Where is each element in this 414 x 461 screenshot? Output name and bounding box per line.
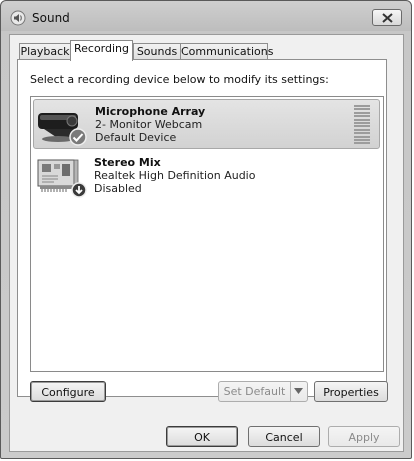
device-name: Microphone Array (95, 105, 206, 118)
tab-communications[interactable]: Communications (180, 43, 273, 60)
set-default-split-button[interactable]: Set Default (218, 381, 308, 402)
sound-dialog: Sound Playback Recording Sounds Communic… (0, 0, 412, 459)
title-bar[interactable]: Sound (1, 1, 411, 35)
configure-button[interactable]: Configure (30, 381, 106, 402)
cancel-button[interactable]: Cancel (248, 426, 320, 447)
speaker-icon (10, 10, 26, 26)
disabled-arrow-icon (71, 182, 87, 198)
properties-button[interactable]: Properties (314, 381, 388, 402)
recording-tab-panel: Select a recording device below to modif… (17, 59, 388, 402)
set-default-dropdown[interactable] (290, 382, 307, 401)
tab-playback[interactable]: Playback (19, 43, 71, 60)
device-item-stereo-mix[interactable]: Stereo Mix Realtek High Definition Audio… (33, 151, 380, 201)
device-status: Disabled (94, 182, 142, 195)
instructions-text: Select a recording device below to modif… (30, 73, 329, 86)
tab-sounds[interactable]: Sounds (133, 43, 181, 60)
device-name: Stereo Mix (94, 156, 161, 169)
dialog-client: Playback Recording Sounds Communications… (9, 34, 404, 452)
apply-button[interactable]: Apply (328, 426, 400, 447)
set-default-label: Set Default (223, 385, 286, 398)
checkmark-icon (69, 128, 87, 146)
device-description: 2- Monitor Webcam (95, 118, 203, 131)
tab-recording[interactable]: Recording (70, 40, 133, 61)
window-title: Sound (32, 11, 70, 25)
ok-button[interactable]: OK (166, 426, 238, 447)
chevron-down-icon (294, 388, 303, 394)
level-meter (354, 105, 370, 145)
device-status: Default Device (95, 131, 177, 144)
device-description: Realtek High Definition Audio (94, 169, 256, 182)
device-list[interactable]: Microphone Array 2- Monitor Webcam Defau… (30, 96, 384, 372)
close-button[interactable] (372, 9, 402, 26)
close-icon (382, 13, 393, 23)
device-item-microphone-array[interactable]: Microphone Array 2- Monitor Webcam Defau… (33, 99, 380, 149)
